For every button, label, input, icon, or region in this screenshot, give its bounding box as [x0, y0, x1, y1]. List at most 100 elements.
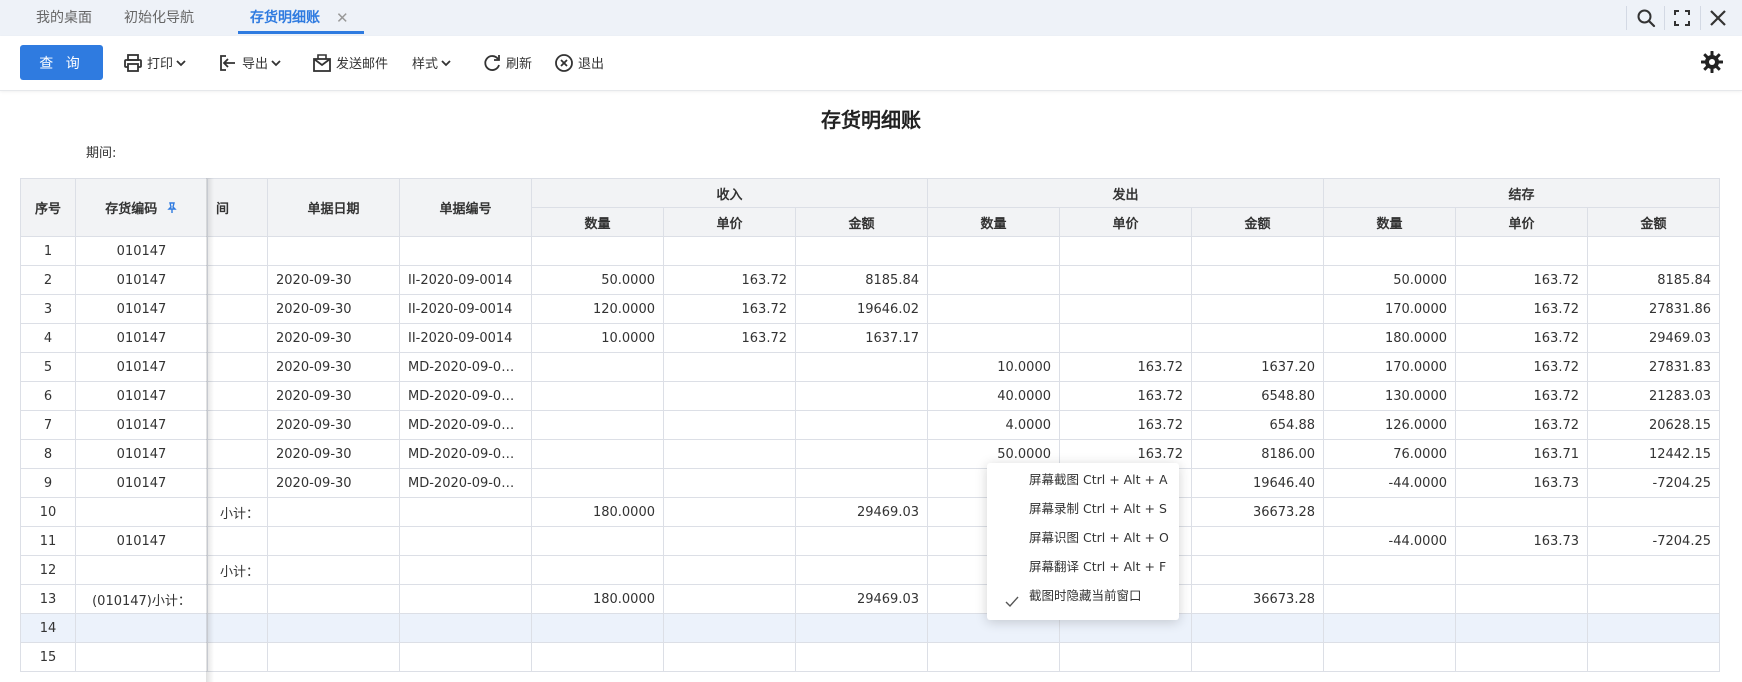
refresh-button[interactable]: 刷新 — [482, 45, 532, 80]
exit-button[interactable]: 退出 — [554, 45, 604, 80]
cell-code[interactable]: 010147 — [75, 439, 208, 469]
cell-subtotal-label — [207, 294, 268, 324]
cell-in-price — [663, 439, 796, 469]
cell-code[interactable]: 010147 — [75, 468, 208, 498]
search-icon[interactable] — [1636, 8, 1656, 28]
cell-seq: 2 — [20, 265, 76, 295]
cell-code[interactable]: 010147 — [75, 323, 208, 353]
cell-bal-price: 163.72 — [1455, 352, 1588, 382]
close-icon[interactable] — [1708, 8, 1728, 28]
cell-subtotal-label: 小计： — [207, 555, 268, 585]
print-label: 打印 — [147, 57, 174, 72]
cell-bal-price: 163.72 — [1455, 265, 1588, 295]
menu-item-screen-translate[interactable]: 屏幕翻译 Ctrl + Alt + F — [1029, 552, 1166, 581]
export-icon — [220, 54, 235, 71]
cell-out-amount — [1191, 323, 1324, 353]
table-row[interactable]: 6 010147 2020-09-30 MD-2020-09-0… 40.0000 163… — [20, 381, 1720, 411]
cell-code[interactable]: 010147 — [75, 410, 208, 440]
table-row[interactable]: 13 (010147)小计： 180.0000 29469.03 36673.28 — [20, 584, 1720, 614]
printer-icon — [124, 53, 142, 72]
cell-out-qty: 10.0000 — [927, 352, 1060, 382]
cell-out-qty — [927, 294, 1060, 324]
cell-out-qty: 40.0000 — [927, 381, 1060, 411]
cell-in-amount — [795, 410, 928, 440]
cell-docno[interactable]: MD-2020-09-0… — [399, 468, 532, 498]
cell-bal-amount — [1587, 613, 1720, 643]
cell-subtotal-label — [207, 381, 268, 411]
print-button[interactable]: 打印 — [123, 45, 190, 80]
cell-in-amount — [795, 352, 928, 382]
cell-bal-price — [1455, 555, 1588, 585]
cell-subtotal-label — [207, 265, 268, 295]
cell-subtotal-label — [207, 642, 268, 672]
cell-code[interactable]: 010147 — [75, 381, 208, 411]
menu-item-screenshot[interactable]: 屏幕截图 Ctrl + Alt + A — [1029, 465, 1168, 494]
cell-docno[interactable]: MD-2020-09-0… — [399, 439, 532, 469]
tab-desktop[interactable]: 我的桌面 — [36, 0, 92, 36]
export-button[interactable]: 导出 — [218, 45, 285, 80]
cell-in-amount — [795, 381, 928, 411]
cell-out-price — [1059, 236, 1192, 266]
table-row[interactable]: 10 小计： 180.0000 29469.03 36673.28 — [20, 497, 1720, 527]
menu-item-screen-record[interactable]: 屏幕录制 Ctrl + Alt + S — [1029, 494, 1167, 523]
cell-docno[interactable]: MD-2020-09-0… — [399, 410, 532, 440]
chevron-down-icon — [441, 59, 451, 66]
menu-item-screen-ocr[interactable]: 屏幕识图 Ctrl + Alt + O — [1029, 523, 1169, 552]
cell-subtotal-label: 小计： — [207, 497, 268, 527]
cell-date: 2020-09-30 — [267, 410, 400, 440]
cell-in-qty — [531, 439, 664, 469]
tab-init-nav[interactable]: 初始化导航 — [124, 0, 194, 36]
cell-docno[interactable]: MD-2020-09-0… — [399, 381, 532, 411]
fullscreen-icon[interactable] — [1672, 8, 1692, 28]
table-row[interactable]: 7 010147 2020-09-30 MD-2020-09-0… 4.0000 163.… — [20, 410, 1720, 440]
table-row[interactable]: 12 小计： — [20, 555, 1720, 585]
cell-out-amount — [1191, 294, 1324, 324]
cell-code[interactable]: 010147 — [75, 352, 208, 382]
cell-subtotal-label — [207, 526, 268, 556]
header-out-group: 发出 — [927, 178, 1324, 208]
table-row[interactable]: 1 010147 — [20, 236, 1720, 266]
header-in-amount: 金额 — [795, 207, 928, 237]
table-row[interactable]: 15 — [20, 642, 1720, 672]
cell-out-qty — [927, 642, 1060, 672]
send-email-button[interactable]: 发送邮件 — [312, 45, 388, 80]
cell-bal-qty — [1323, 236, 1456, 266]
cell-in-qty: 180.0000 — [531, 584, 664, 614]
table-row[interactable]: 11 010147 -44.0000 163.73 -7204.25 — [20, 526, 1720, 556]
inventory-ledger-table: 序号 存货编码 间 单据日期 单据编号 收入 发出 结存 数量 单价 金额 数量… — [20, 178, 1720, 672]
cell-code[interactable]: 010147 — [75, 294, 208, 324]
cell-out-price: 163.72 — [1059, 381, 1192, 411]
pin-icon[interactable] — [166, 202, 178, 214]
cell-date: 2020-09-30 — [267, 468, 400, 498]
table-row[interactable]: 5 010147 2020-09-30 MD-2020-09-0… 10.0000 163… — [20, 352, 1720, 382]
header-bal-price: 单价 — [1455, 207, 1588, 237]
cell-subtotal-label — [207, 439, 268, 469]
table-row[interactable]: 14 — [20, 613, 1720, 643]
table-row[interactable]: 8 010147 2020-09-30 MD-2020-09-0… 50.0000 163… — [20, 439, 1720, 469]
period-label: 期间: — [86, 146, 117, 161]
table-row[interactable]: 9 010147 2020-09-30 MD-2020-09-0… 19646.40 -4… — [20, 468, 1720, 498]
cell-in-qty — [531, 468, 664, 498]
cell-docno[interactable]: II-2020-09-0014 — [399, 265, 532, 295]
cell-seq: 1 — [20, 236, 76, 266]
cell-out-amount: 8186.00 — [1191, 439, 1324, 469]
cell-in-qty — [531, 381, 664, 411]
cell-bal-qty: 170.0000 — [1323, 294, 1456, 324]
gear-icon[interactable] — [1700, 50, 1724, 74]
table-row[interactable]: 4 010147 2020-09-30 II-2020-09-0014 10.0000 1… — [20, 323, 1720, 353]
cell-code[interactable]: 010147 — [75, 265, 208, 295]
table-row[interactable]: 2 010147 2020-09-30 II-2020-09-0014 50.0000 1… — [20, 265, 1720, 295]
cell-in-amount: 1637.17 — [795, 323, 928, 353]
cell-subtotal-label — [207, 468, 268, 498]
cell-out-amount — [1191, 555, 1324, 585]
query-button[interactable]: 查 询 — [20, 45, 103, 80]
menu-item-hide-window[interactable]: 截图时隐藏当前窗口 — [1029, 581, 1142, 610]
cell-docno[interactable]: II-2020-09-0014 — [399, 294, 532, 324]
header-code[interactable]: 存货编码 — [75, 178, 208, 237]
table-row[interactable]: 3 010147 2020-09-30 II-2020-09-0014 120.0000… — [20, 294, 1720, 324]
cell-code[interactable]: 010147 — [75, 236, 208, 266]
cell-code[interactable]: 010147 — [75, 526, 208, 556]
cell-docno[interactable]: II-2020-09-0014 — [399, 323, 532, 353]
style-button[interactable]: 样式 — [412, 45, 455, 80]
cell-docno[interactable]: MD-2020-09-0… — [399, 352, 532, 382]
